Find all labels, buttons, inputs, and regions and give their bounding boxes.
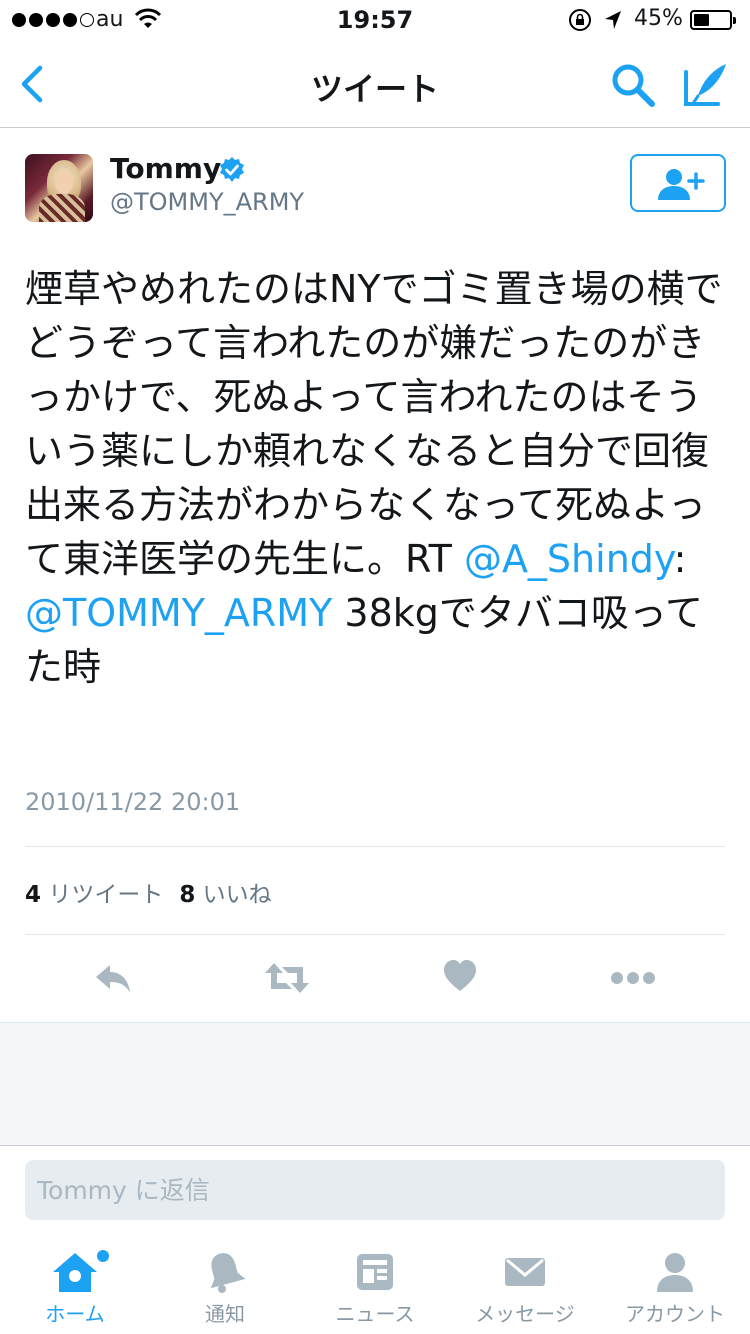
tweet-text-main: 煙草やめれたのはNYでゴミ置き場の横でどうぞって言われたのが嫌だったのがきっかけ… bbox=[25, 267, 723, 581]
mention-link[interactable]: @TOMMY_ARMY bbox=[25, 591, 332, 635]
reply-input[interactable] bbox=[25, 1160, 725, 1220]
tab-messages-label: メッセージ bbox=[475, 1302, 575, 1326]
tweet-stats: 4 リツイート 8 いいね bbox=[25, 875, 272, 909]
tab-home[interactable]: ホーム bbox=[0, 1250, 150, 1327]
divider bbox=[25, 934, 725, 935]
tab-news-label: ニュース bbox=[335, 1302, 415, 1326]
status-bar: au 19:57 45% bbox=[0, 0, 750, 40]
tab-notifications-label: 通知 bbox=[205, 1302, 245, 1326]
tab-news[interactable]: ニュース bbox=[300, 1250, 450, 1327]
location-arrow-icon bbox=[605, 11, 621, 29]
tweet-text: 煙草やめれたのはNYでゴミ置き場の横でどうぞって言われたのが嫌だったのがきっかけ… bbox=[25, 262, 725, 694]
retweet-stat-label: リツイート bbox=[48, 882, 164, 908]
divider bbox=[25, 846, 725, 847]
like-count: 8 bbox=[179, 882, 196, 908]
retweet-icon[interactable] bbox=[262, 955, 312, 1001]
retweet-count: 4 bbox=[25, 882, 42, 908]
verified-badge-icon bbox=[220, 157, 244, 182]
person-icon bbox=[657, 1253, 693, 1292]
retweet-stat[interactable]: 4 リツイート bbox=[25, 882, 163, 908]
empty-reply-area bbox=[0, 1022, 750, 1146]
tab-messages[interactable]: メッセージ bbox=[450, 1250, 600, 1327]
bell-icon bbox=[210, 1253, 246, 1293]
battery-icon bbox=[690, 10, 736, 30]
avatar[interactable] bbox=[25, 154, 93, 222]
tab-account[interactable]: アカウント bbox=[600, 1250, 750, 1327]
mention-link[interactable]: @A_Shindy bbox=[464, 537, 674, 581]
tab-notifications[interactable]: 通知 bbox=[150, 1250, 300, 1327]
nav-bar: ツイート bbox=[0, 40, 750, 128]
like-heart-icon[interactable] bbox=[442, 955, 478, 1001]
like-stat-label: いいね bbox=[202, 882, 272, 908]
home-icon bbox=[53, 1253, 97, 1292]
follow-button[interactable] bbox=[630, 154, 726, 212]
user-handle[interactable]: @TOMMY_ARMY bbox=[110, 188, 304, 216]
news-icon bbox=[357, 1254, 393, 1290]
battery-percent: 45% bbox=[634, 6, 683, 31]
compose-icon[interactable] bbox=[680, 58, 732, 110]
tab-account-label: アカウント bbox=[625, 1302, 725, 1326]
add-user-icon bbox=[658, 169, 705, 200]
tweet-timestamp: 2010/11/22 20:01 bbox=[25, 788, 241, 816]
tweet-text-colon: : bbox=[673, 537, 687, 581]
search-icon[interactable] bbox=[608, 60, 658, 110]
tab-home-label: ホーム bbox=[45, 1302, 105, 1326]
reply-icon[interactable] bbox=[92, 955, 134, 1001]
tab-bar: ホーム 通知 ニュース メッセージ アカウント bbox=[0, 1234, 750, 1334]
like-stat[interactable]: 8 いいね bbox=[179, 882, 271, 908]
envelope-icon bbox=[505, 1258, 545, 1286]
rotation-lock-icon bbox=[569, 9, 591, 31]
user-name[interactable]: Tommy bbox=[110, 152, 221, 185]
new-content-dot bbox=[97, 1250, 109, 1262]
more-options-icon[interactable] bbox=[610, 955, 656, 1001]
